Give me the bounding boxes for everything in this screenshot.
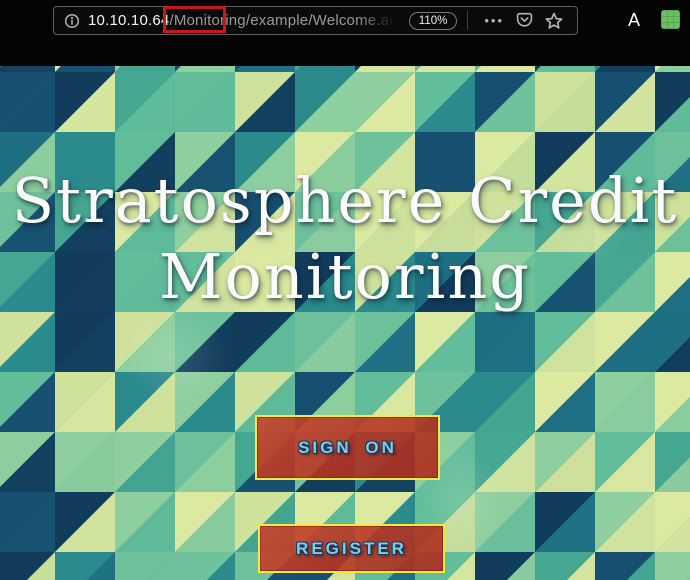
url-text[interactable]: 10.10.10.64/Monitoring/example/Welcome.a… [88, 12, 403, 29]
url-bar[interactable]: 10.10.10.64/Monitoring/example/Welcome.a… [53, 6, 578, 35]
webpage-hero: Stratosphere CreditMonitoring SIGN ON RE… [0, 66, 690, 580]
url-path: /Monitoring/example/Welcome.ac [169, 12, 396, 29]
ellipsis-icon: ••• [484, 14, 504, 27]
sign-on-button[interactable]: SIGN ON [255, 415, 440, 480]
page-title-line2: Monitoring [0, 239, 690, 315]
page-title: Stratosphere CreditMonitoring [0, 163, 690, 315]
background-texture [0, 66, 690, 580]
extension-grid-icon[interactable] [661, 10, 680, 29]
url-host: 10.10.10.64 [88, 12, 169, 29]
register-button[interactable]: REGISTER [258, 524, 445, 573]
page-title-line1: Stratosphere Credit [0, 163, 690, 239]
info-icon[interactable] [64, 13, 80, 29]
browser-window: 10.10.10.64/Monitoring/example/Welcome.a… [0, 0, 690, 580]
toolbar-divider [467, 11, 468, 30]
star-icon [545, 12, 563, 30]
pocket-save-button[interactable] [516, 7, 533, 34]
toolbar-letter-a-button[interactable]: A [622, 8, 646, 33]
bookmark-star-button[interactable] [545, 7, 563, 34]
overflow-menu-button[interactable]: ••• [484, 7, 504, 34]
browser-toolbar: 10.10.10.64/Monitoring/example/Welcome.a… [0, 0, 690, 66]
pocket-icon [516, 12, 533, 29]
zoom-level-badge[interactable]: 110% [409, 12, 458, 30]
